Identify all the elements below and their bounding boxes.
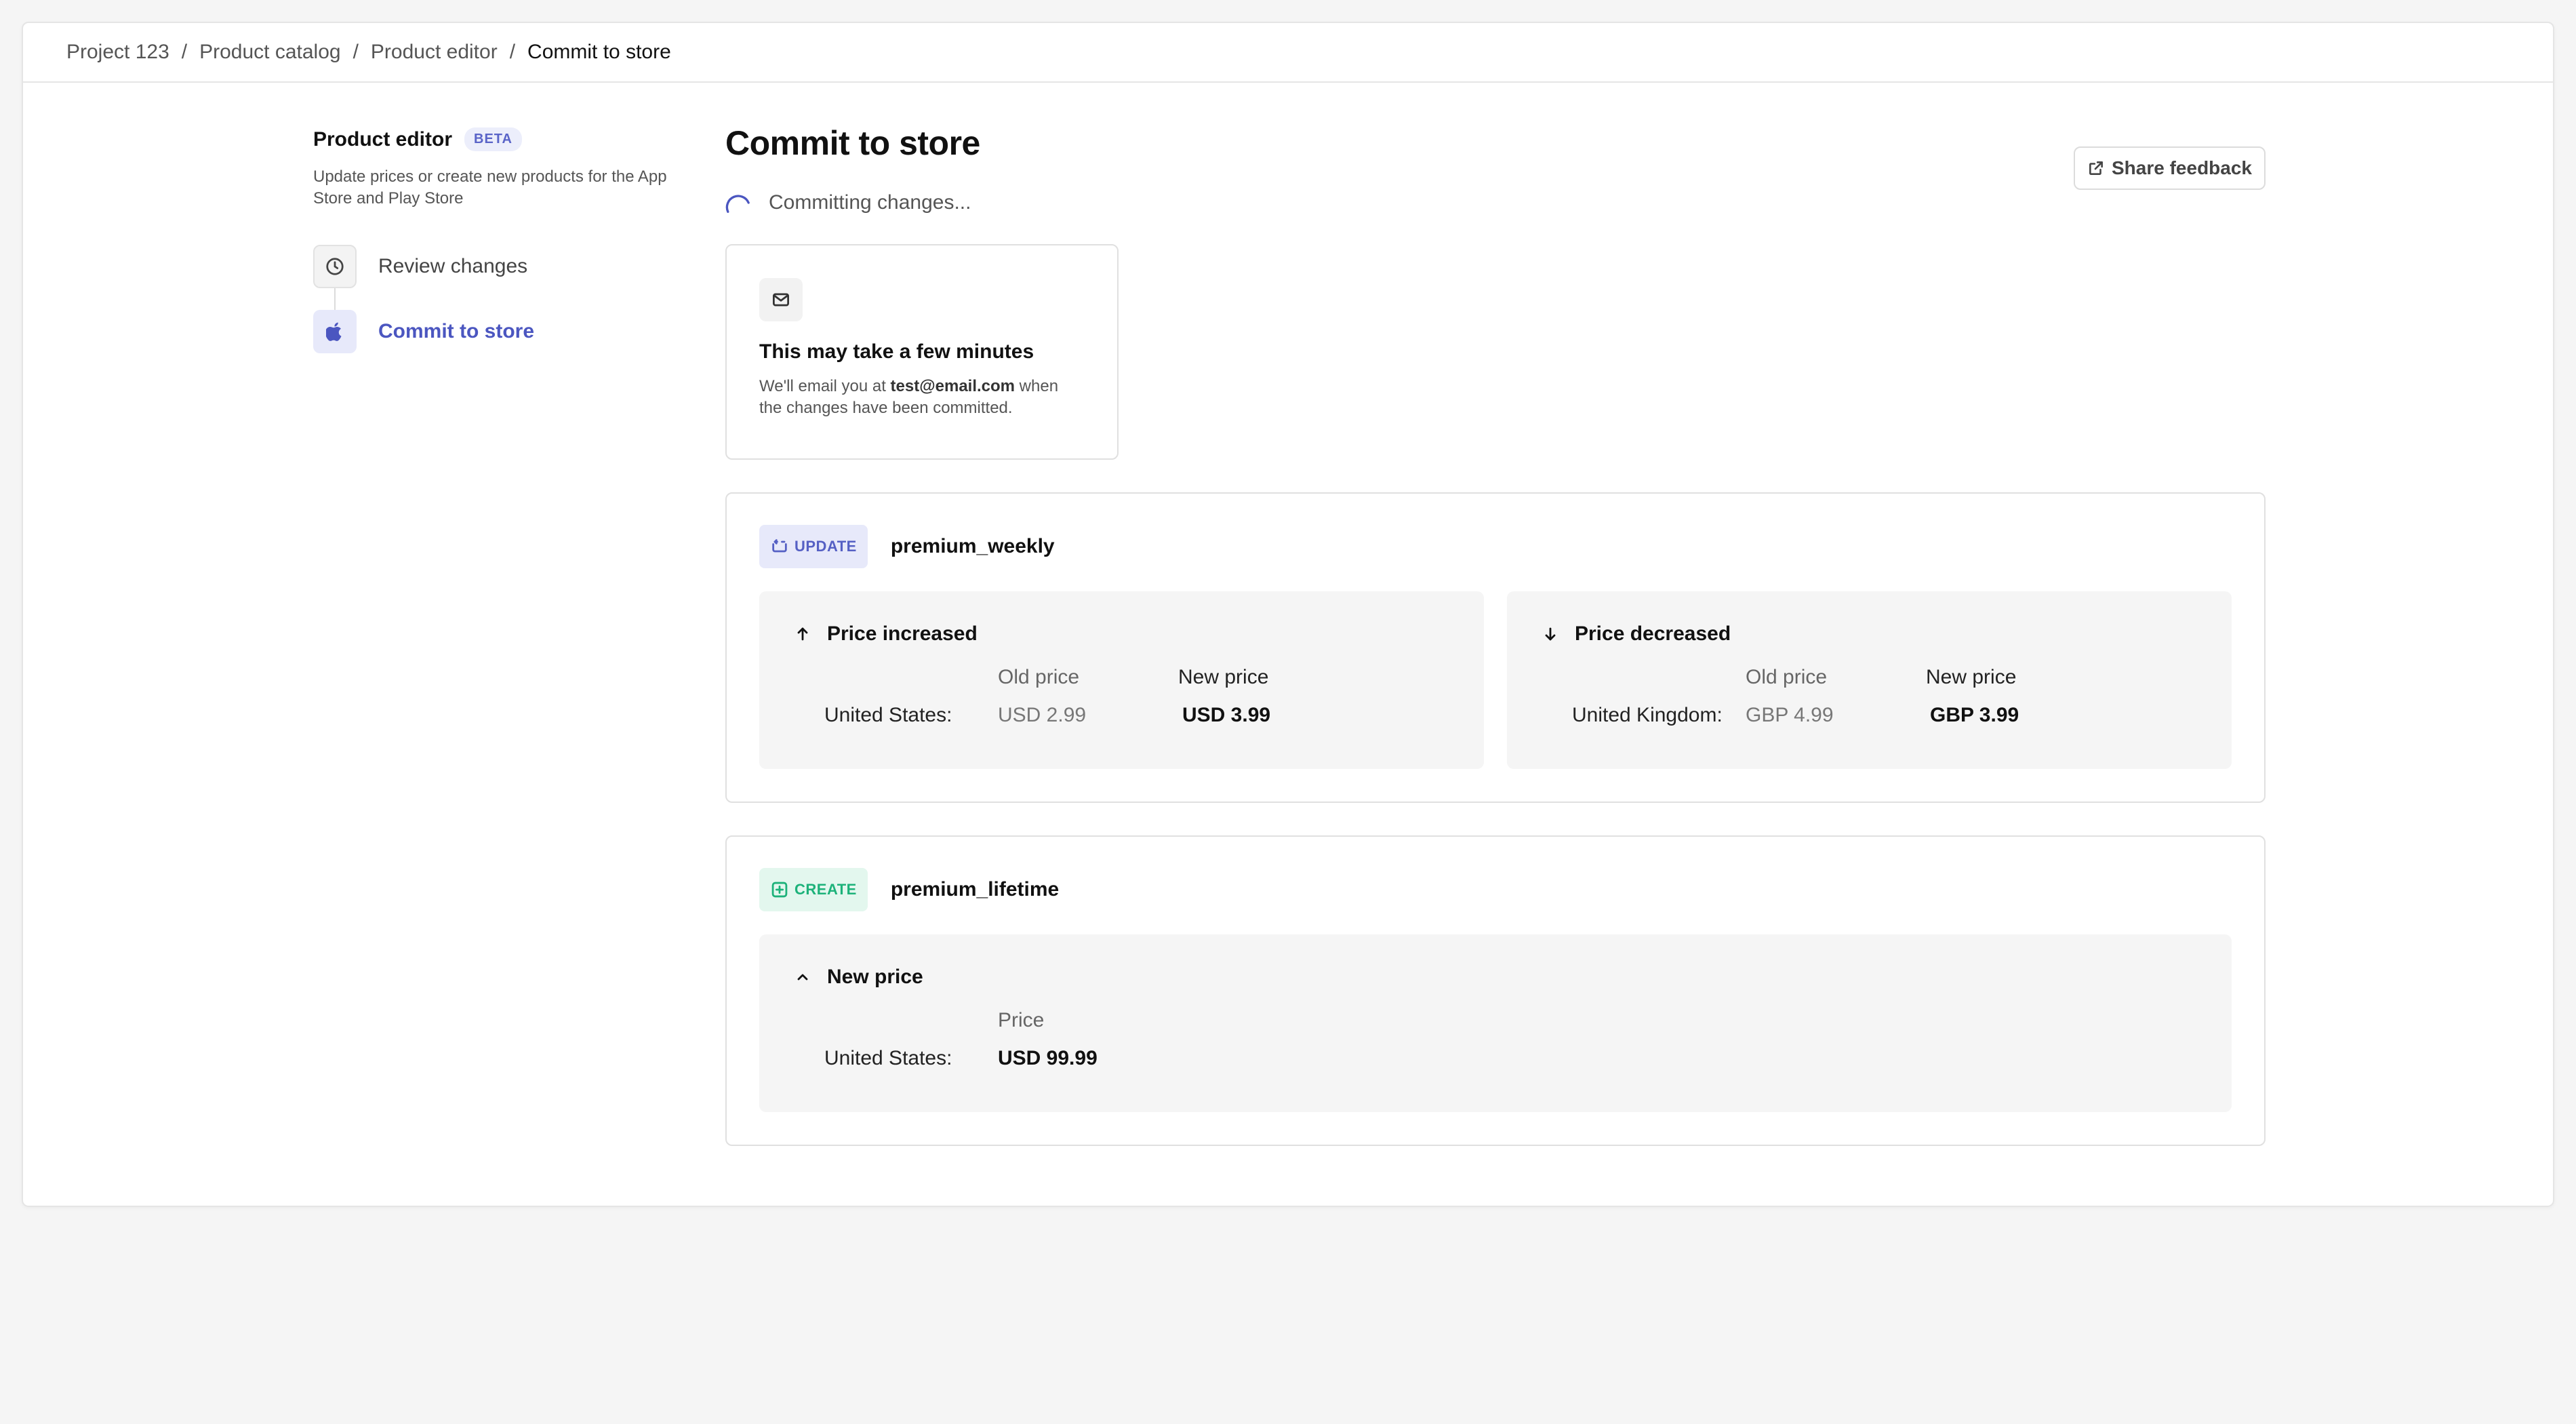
status-text: Committing changes... [769,191,971,214]
sidebar-header: Product editor BETA [313,127,693,151]
card-header: CREATE premium_lifetime [759,868,2232,911]
share-feedback-button[interactable]: Share feedback [2074,146,2266,190]
panel-header: Price decreased [1507,622,2232,646]
breadcrumb-current: Commit to store [527,41,671,63]
price-grid: Old price New price United States: USD 2… [759,666,1484,727]
product-id: premium_lifetime [890,878,1060,901]
breadcrumb-item-editor[interactable]: Product editor [371,41,498,64]
new-price-label: New price [1178,666,1269,688]
price-panels: New price Price United States: USD 99.99 [759,934,2232,1112]
update-tag: UPDATE [759,525,868,568]
app-window: Project 123 / Product catalog / Product … [22,22,2554,1207]
chevron-up-icon [797,974,808,981]
feedback-label: Share feedback [2112,157,2252,178]
new-price-label: New price [1926,666,2017,688]
product-id: premium_weekly [890,535,1055,557]
spinner-icon [725,195,750,213]
price-value: USD 99.99 [998,1047,1098,1069]
region-label: United Kingdom: [1572,704,1723,726]
notice-body: We'll email you at test@email.com when t… [759,377,1059,417]
breadcrumb-separator: / [353,41,359,63]
page-title: Commit to store [725,124,980,162]
price-grid: Price United States: USD 99.99 [759,1009,2232,1070]
clock-icon [313,245,357,288]
mail-icon [759,278,803,321]
create-tag: CREATE [759,868,868,911]
price-label: Price [998,1009,1045,1031]
breadcrumb-separator: / [509,41,516,63]
old-price-value: USD 2.99 [998,704,1087,726]
price-increased-panel: Price increased Old price New price Unit… [759,591,1484,769]
step-commit-to-store[interactable]: Commit to store [313,310,693,353]
change-card-create: CREATE premium_lifetime New price Price … [725,835,2266,1146]
step-list: Review changes Commit to store [313,245,693,353]
step-connector [334,288,336,310]
region-label: United States: [824,704,952,726]
notice-title: This may take a few minutes [759,340,1034,363]
breadcrumb: Project 123 / Product catalog / Product … [23,23,2553,83]
old-price-label: Old price [1746,666,1828,688]
old-price-value: GBP 4.99 [1746,704,1834,726]
external-link-icon [2089,161,2103,175]
notice-card: This may take a few minutes We'll email … [725,244,1119,460]
price-grid: Old price New price United Kingdom: GBP … [1507,666,2232,727]
sidebar-title: Product editor [313,127,453,151]
panel-header[interactable]: New price [759,966,2232,989]
beta-badge: BETA [464,127,522,151]
step-review-changes[interactable]: Review changes [313,245,693,288]
new-price-value: GBP 3.99 [1930,704,2019,726]
breadcrumb-separator: / [181,41,188,63]
change-card-update: UPDATE premium_weekly Price increased Ol… [725,492,2266,803]
step-label: Review changes [378,255,528,277]
panel-header: Price increased [759,622,1484,646]
region-label: United States: [824,1047,952,1069]
price-panels: Price increased Old price New price Unit… [759,591,2232,769]
breadcrumb-item-catalog[interactable]: Product catalog [199,41,340,64]
notice-email: test@email.com [890,377,1015,395]
step-label: Commit to store [378,320,535,342]
price-decreased-panel: Price decreased Old price New price Unit… [1507,591,2232,769]
new-price-value: USD 3.99 [1182,704,1271,726]
new-price-panel: New price Price United States: USD 99.99 [759,934,2232,1112]
sidebar: Product editor BETA Update prices or cre… [313,127,693,375]
main-content: Commit to store Share feedback Committin… [725,123,2266,1146]
commit-status: Committing changes... [725,190,2266,216]
sidebar-description: Update prices or create new products for… [313,167,667,207]
breadcrumb-item-project[interactable]: Project 123 [66,41,169,64]
arrow-down-icon [1545,627,1556,641]
apple-icon [313,310,357,353]
old-price-label: Old price [998,666,1080,688]
arrow-up-icon [797,627,808,641]
plus-square-icon [771,882,788,898]
refresh-icon [772,539,787,553]
card-header: UPDATE premium_weekly [759,525,2232,568]
